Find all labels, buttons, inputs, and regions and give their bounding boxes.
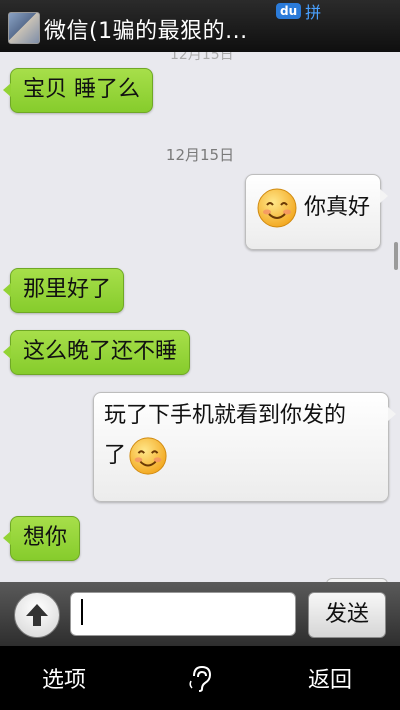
send-button[interactable]: 发送 [308,592,386,638]
voice-icon[interactable] [188,664,214,692]
message-text: 想你 [23,525,68,550]
ime-indicator: du 拼 [276,0,321,22]
menu-bar: 选项 返回 [0,646,400,710]
text-caret [81,599,83,625]
smiley-icon [129,437,167,475]
message-outgoing[interactable]: 玩了下手机就看到你发的 了 [93,392,396,502]
message-text: 这么晚了还不睡 [23,339,178,364]
message-incoming[interactable]: 宝贝 睡了么 [3,68,153,113]
arrow-up-icon [26,604,48,626]
chat-title: 微信(1骗的最狠的... [44,19,248,44]
message-incoming[interactable]: 这么晚了还不睡 [2,330,191,375]
options-button[interactable]: 选项 [42,662,86,694]
back-button[interactable]: 返回 [308,662,352,694]
message-incoming[interactable]: 想你 [2,516,81,561]
chat-area[interactable]: 12月15日 宝贝 睡了么 12月15日 你真好 那里好了 这么晚了还不睡 玩了… [0,52,400,582]
title-bar: 微信(1骗的最狠的... du 拼 [0,0,400,52]
toggle-input-button[interactable] [14,592,60,638]
message-text-continued: 了 [104,442,127,468]
smiley-icon [257,188,297,228]
message-text: 你真好 [304,195,371,220]
date-separator-faded: 12月15日 [170,52,234,63]
message-text: 那里好了 [23,277,112,302]
scrollbar[interactable] [394,242,398,270]
date-separator: 12月15日 [165,146,235,164]
message-text: 宝贝 睡了么 [23,77,140,102]
avatar[interactable] [8,12,40,44]
message-text: 玩了下手机就看到你发的 [104,403,347,428]
message-incoming[interactable]: 那里好了 [2,268,125,313]
input-bar: 发送 [0,582,400,646]
message-input[interactable] [70,592,296,636]
pinyin-label: 拼 [305,3,322,22]
message-outgoing[interactable]: 你真好 [245,174,389,250]
baidu-ime-icon: du [276,3,302,19]
